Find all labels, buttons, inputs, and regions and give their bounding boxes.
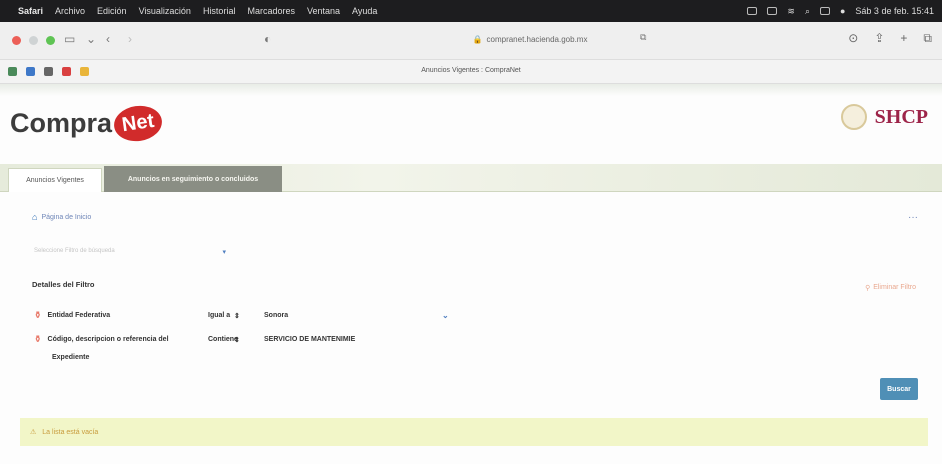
- operator-select[interactable]: Igual a: [208, 312, 256, 319]
- breadcrumb[interactable]: ⌂ Página de Inicio: [32, 212, 91, 222]
- clear-filter-button[interactable]: ⚲ Eliminar Filtro: [865, 284, 916, 292]
- share-icon[interactable]: ⇪: [874, 31, 884, 46]
- new-tab-icon[interactable]: +: [900, 31, 907, 46]
- chevron-down-icon[interactable]: ⌄: [86, 32, 96, 46]
- tab-anuncios-seguimiento[interactable]: Anuncios en seguimiento o concluidos: [104, 166, 282, 192]
- address-bar[interactable]: 🔒 compranet.hacienda.gob.mx: [380, 30, 680, 48]
- header-band: [0, 84, 942, 96]
- tab-bar: Anuncios Vigentes Anuncios en seguimient…: [0, 164, 942, 192]
- lock-icon: 🔒: [472, 34, 483, 44]
- shcp-text: SHCP: [874, 105, 928, 128]
- tab-overview-icon[interactable]: ⧉: [923, 31, 932, 46]
- translate-icon[interactable]: ⧉: [640, 32, 646, 43]
- tab-anuncios-vigentes[interactable]: Anuncios Vigentes: [8, 168, 102, 192]
- value-input[interactable]: SERVICIO DE MANTENIMIE: [264, 336, 355, 343]
- page-content: Compra Net SHCP Anuncios Vigentes Anunci…: [0, 84, 942, 464]
- privacy-shield-icon[interactable]: ◐: [264, 32, 271, 46]
- filter-details-title: Detalles del Filtro: [32, 280, 95, 289]
- address-url: compranet.hacienda.gob.mx: [486, 34, 588, 44]
- filter-label: Entidad Federativa: [47, 312, 111, 319]
- menu-ayuda[interactable]: Ayuda: [352, 6, 377, 16]
- filter-icon: ⚲: [865, 285, 871, 292]
- clock[interactable]: Sáb 3 de feb. 15:41: [855, 6, 934, 16]
- back-icon[interactable]: ‹: [106, 32, 110, 46]
- window-controls: [12, 36, 55, 45]
- remove-filter-icon[interactable]: ⚱: [34, 334, 42, 345]
- filter-select[interactable]: Seleccione Filtro de búsqueda ▾: [34, 248, 226, 256]
- filter-select-placeholder: Seleccione Filtro de búsqueda: [34, 248, 115, 254]
- filter-row-codigo: ⚱ Código, descripcion o referencia del C…: [34, 334, 355, 345]
- downloads-icon[interactable]: ⊙: [848, 31, 858, 46]
- chevron-down-icon: ▾: [222, 249, 226, 256]
- warning-icon: ⚠: [30, 429, 37, 436]
- screen-icon[interactable]: [747, 7, 758, 15]
- menu-archivo[interactable]: Archivo: [55, 6, 85, 16]
- more-options-icon[interactable]: ···: [908, 212, 918, 223]
- home-icon: ⌂: [32, 212, 38, 222]
- sidebar-icon[interactable]: ▭: [64, 32, 75, 46]
- search-button[interactable]: Buscar: [880, 378, 918, 400]
- alert-text: La lista está vacía: [42, 428, 99, 436]
- menu-edicion[interactable]: Edición: [97, 6, 127, 16]
- zoom-window-button[interactable]: [46, 36, 55, 45]
- updown-icon: ⇕: [234, 312, 240, 320]
- clear-filter-label: Eliminar Filtro: [873, 284, 916, 291]
- compranet-logo[interactable]: Compra Net: [10, 102, 165, 145]
- wifi-icon[interactable]: ≋: [787, 6, 795, 17]
- filter-row-entidad: ⚱ Entidad Federativa Igual a ⇕ Sonora ⌄: [34, 310, 449, 321]
- control-center-icon[interactable]: [819, 7, 830, 15]
- logo-text: Compra: [10, 108, 113, 138]
- seal-icon: [840, 104, 867, 130]
- filter-label-continued: Expediente: [52, 354, 90, 361]
- menu-historial[interactable]: Historial: [203, 6, 236, 16]
- battery-icon[interactable]: [767, 7, 778, 15]
- empty-list-alert: ⚠ La lista está vacía: [20, 418, 928, 446]
- toolbar-right: ⊙ ⇪ + ⧉: [848, 31, 932, 46]
- logo-net: Net: [111, 102, 165, 145]
- menubar-status-area: ≋ ⌕ ● Sáb 3 de feb. 15:41: [747, 6, 934, 17]
- siri-icon[interactable]: ●: [840, 6, 845, 16]
- search-icon[interactable]: ⌕: [805, 6, 810, 17]
- operator-select[interactable]: Contiene: [208, 336, 256, 343]
- value-select[interactable]: Sonora: [264, 312, 288, 319]
- chevron-down-icon[interactable]: ⌄: [442, 311, 449, 320]
- remove-filter-icon[interactable]: ⚱: [34, 310, 42, 321]
- menu-visualizacion[interactable]: Visualización: [139, 6, 191, 16]
- menu-app-name[interactable]: Safari: [18, 6, 43, 16]
- close-window-button[interactable]: [12, 36, 21, 45]
- shcp-logo[interactable]: SHCP: [840, 104, 928, 130]
- filter-label: Código, descripcion o referencia del: [47, 336, 169, 343]
- updown-icon: ⇕: [234, 336, 240, 344]
- favorites-bar: Anuncios Vigentes : CompraNet: [0, 60, 942, 84]
- minimize-window-button[interactable]: [29, 36, 38, 45]
- macos-menubar: Safari Archivo Edición Visualización His…: [0, 0, 942, 22]
- tab-title[interactable]: Anuncios Vigentes : CompraNet: [0, 67, 942, 74]
- forward-icon[interactable]: ›: [128, 32, 132, 46]
- browser-toolbar: ▭ ⌄ ‹ › ◐ 🔒 compranet.hacienda.gob.mx ⧉ …: [0, 22, 942, 60]
- menu-marcadores[interactable]: Marcadores: [247, 6, 295, 16]
- home-link: Página de Inicio: [41, 213, 92, 221]
- menu-ventana[interactable]: Ventana: [307, 6, 340, 16]
